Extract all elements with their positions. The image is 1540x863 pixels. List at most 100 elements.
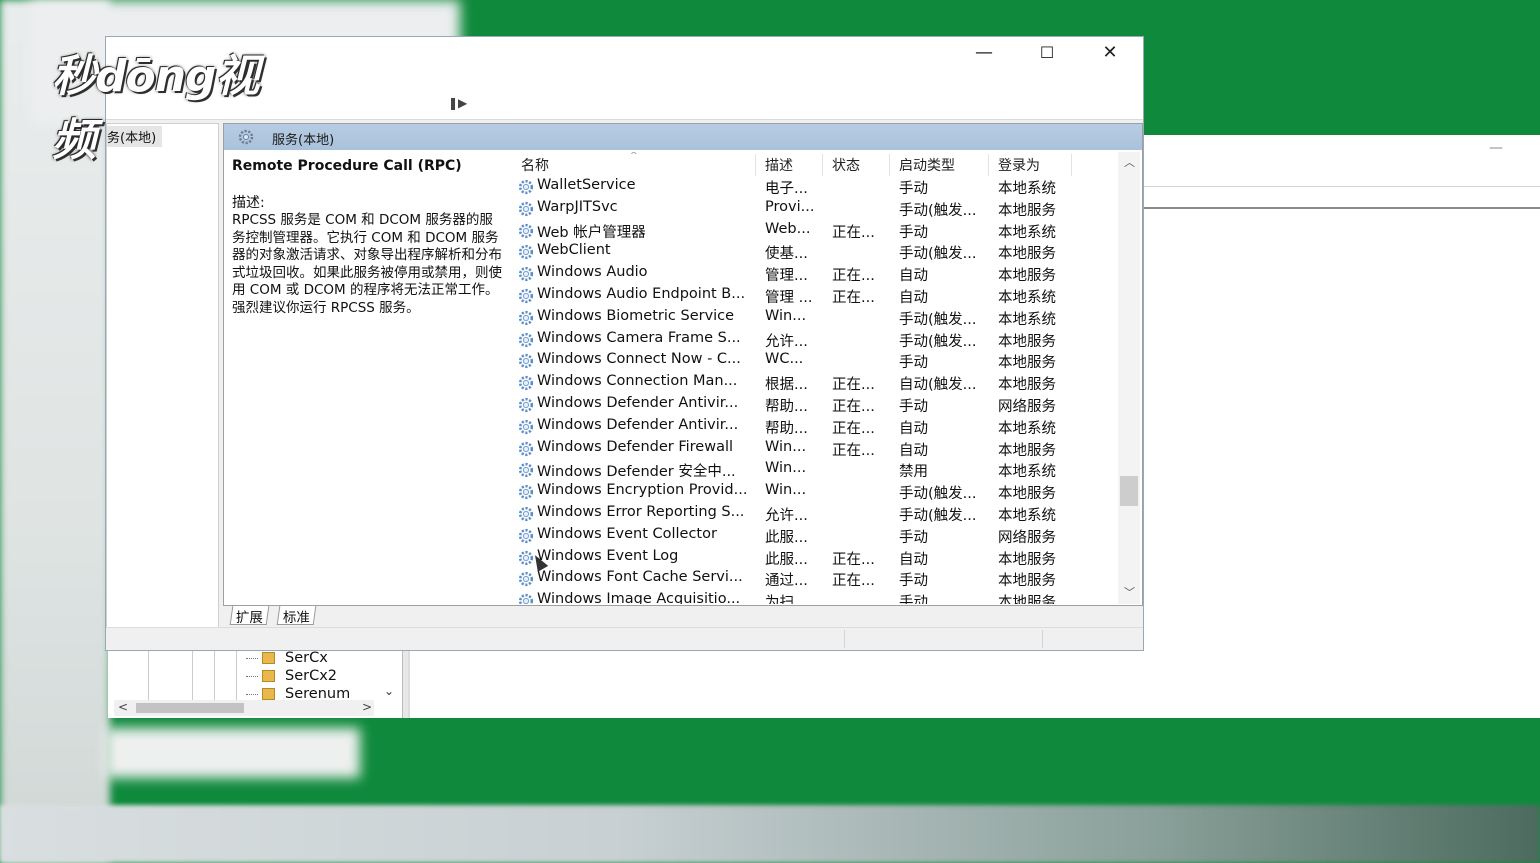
gear-icon: [519, 485, 534, 500]
device-manager-window: SerCx SerCx2 Serenum ⌄ < >: [108, 648, 1540, 718]
service-startup: 手动: [899, 355, 928, 372]
service-desc: 管理 ...: [765, 290, 813, 306]
service-name: Windows Defender Antivir...: [537, 416, 739, 433]
service-startup: 自动(触发...: [899, 377, 977, 394]
service-startup: 手动: [899, 399, 928, 415]
service-status: 正在...: [832, 442, 875, 459]
service-name: Windows Audio: [537, 264, 648, 281]
service-desc: Win...: [765, 482, 807, 499]
service-row[interactable]: Windows Image Acquisitio... 为扫... 手动 本地服务: [509, 590, 1109, 604]
service-row[interactable]: Windows Camera Frame S... 允许... 手动(触发... 本地…: [509, 329, 1109, 351]
service-desc: 允许...: [765, 333, 808, 350]
scroll-up-icon[interactable]: ︿: [1124, 154, 1135, 170]
service-logon: 本地系统: [998, 464, 1056, 481]
gear-icon: [519, 267, 534, 282]
gear-icon: [519, 419, 534, 434]
column-header-logon-as[interactable]: 登录为: [998, 155, 1040, 175]
resume-service-icon[interactable]: ❚▶: [448, 96, 467, 110]
service-row[interactable]: Windows Encryption Provid... Win... 手动(触发.…: [509, 481, 1109, 503]
gear-icon: [519, 179, 534, 195]
close-button[interactable]: ✕: [1087, 39, 1133, 67]
service-desc: 此服...: [765, 551, 808, 568]
service-logon: 本地服务: [998, 246, 1056, 263]
service-startup: 手动: [899, 595, 928, 604]
navigation-pane: 务(本地): [106, 123, 219, 628]
gear-icon: [519, 594, 534, 604]
nav-item-services-local[interactable]: 务(本地): [107, 126, 163, 147]
service-row[interactable]: Windows Audio Endpoint B... 管理 ... 正在... 自动…: [509, 285, 1109, 307]
services-content-pane: 服务(本地) Remote Procedure Call (RPC) 描述: R…: [223, 123, 1143, 606]
service-row[interactable]: Windows Audio 管理... 正在... 自动 本地服务: [509, 263, 1109, 285]
service-name: Windows Camera Frame S...: [537, 329, 741, 346]
horizontal-scrollbar[interactable]: < >: [114, 700, 374, 716]
service-row[interactable]: Windows Defender 安全中... Win... 禁用 本地系统: [509, 459, 1109, 481]
gear-icon: [519, 245, 534, 260]
service-row[interactable]: Web 帐户管理器 Web... 正在... 手动 本地系统: [509, 220, 1109, 242]
services-list: 名称 ^ 描述 状态 启动类型 登录为 WalletService 电子... 手动…: [509, 152, 1141, 604]
gear-icon: [519, 201, 534, 216]
scroll-right-icon[interactable]: >: [362, 700, 372, 714]
service-logon: 本地服务: [998, 268, 1056, 285]
service-name: Windows Defender Firewall: [537, 438, 734, 455]
service-row[interactable]: Windows Defender Antivir... 帮助... 正在... 手动 网…: [509, 394, 1109, 416]
gear-icon: [519, 528, 534, 543]
service-row[interactable]: WarpJITSvc Provi... 手动(触发... 本地服务: [509, 198, 1109, 220]
service-desc: 允许...: [765, 508, 808, 524]
service-startup: 自动: [899, 268, 928, 285]
service-name: WarpJITSvc: [537, 198, 618, 215]
service-row[interactable]: Windows Font Cache Servi... 通过... 正在... 手动 本…: [509, 568, 1109, 590]
gear-icon: [519, 310, 534, 325]
tab-standard[interactable]: 标准: [276, 606, 317, 626]
service-description-panel: Remote Procedure Call (RPC) 描述: RPCSS 服务…: [232, 158, 504, 318]
service-row[interactable]: Windows Event Collector 此服... 手动 网络服务: [509, 525, 1109, 547]
maximize-button[interactable]: ☐: [1024, 39, 1070, 67]
content-header: 服务(本地): [224, 124, 1142, 150]
scroll-down-icon[interactable]: ﹀: [1124, 584, 1135, 600]
gear-icon: [519, 376, 534, 391]
service-name: Windows Connect Now - C...: [537, 351, 741, 368]
service-desc: 为扫...: [765, 595, 808, 604]
gear-icon: [519, 441, 534, 456]
service-status: 正在...: [832, 377, 875, 394]
vertical-scroll-thumb[interactable]: [1120, 476, 1138, 506]
service-row[interactable]: WalletService 电子... 手动 本地系统: [509, 176, 1109, 198]
minimize-button[interactable]: —: [961, 39, 1007, 67]
service-row[interactable]: Windows Error Reporting S... 允许... 手动(触发..…: [509, 503, 1109, 525]
service-logon: 本地系统: [998, 181, 1056, 197]
tree-scroll-down-icon[interactable]: ⌄: [384, 684, 394, 698]
service-logon: 本地服务: [998, 333, 1056, 350]
vertical-scrollbar[interactable]: ︿ ﹀: [1118, 152, 1140, 604]
column-header-startup-type[interactable]: 启动类型: [899, 155, 955, 175]
service-desc: Win...: [765, 460, 807, 477]
background-divider-thick: [1143, 207, 1540, 209]
service-row[interactable]: Windows Biometric Service Win... 手动(触发... 本…: [509, 307, 1109, 329]
service-startup: 手动(触发...: [899, 486, 977, 503]
tab-extended[interactable]: 扩展: [229, 606, 270, 626]
service-status: 正在...: [832, 399, 875, 415]
service-name: Windows Biometric Service: [537, 307, 735, 324]
service-row[interactable]: Windows Defender Firewall Win... 正在... 自动 本地…: [509, 438, 1109, 460]
scroll-thumb[interactable]: [136, 703, 244, 713]
service-startup: 禁用: [899, 464, 928, 481]
service-row[interactable]: Windows Connection Man... 根据... 正在... 自动(触发…: [509, 372, 1109, 394]
column-header-description[interactable]: 描述: [765, 155, 793, 175]
gear-icon: [519, 223, 534, 238]
service-name: Windows Connection Man...: [537, 373, 738, 390]
service-status: 正在...: [832, 551, 875, 568]
service-logon: 本地系统: [998, 290, 1056, 306]
service-startup: 手动: [899, 224, 928, 241]
service-row[interactable]: Windows Defender Antivir... 帮助... 正在... 自动 本…: [509, 416, 1109, 438]
column-header-name[interactable]: 名称: [521, 155, 549, 175]
service-row[interactable]: WebClient 使基... 手动(触发... 本地服务: [509, 241, 1109, 263]
service-desc: 根据...: [765, 377, 808, 394]
column-header-status[interactable]: 状态: [832, 155, 860, 175]
service-row[interactable]: Windows Event Log 此服... 正在... 自动 本地服务: [509, 547, 1109, 569]
services-gear-icon: [238, 129, 254, 145]
service-row[interactable]: Windows Connect Now - C... WC... 手动 本地服务: [509, 350, 1109, 372]
service-desc: 此服...: [765, 529, 808, 546]
service-logon: 本地服务: [998, 377, 1056, 394]
scroll-left-icon[interactable]: <: [118, 700, 128, 714]
service-name: Windows Encryption Provid...: [537, 482, 748, 499]
gear-icon: [519, 463, 534, 478]
service-name: Windows Image Acquisitio...: [537, 591, 741, 604]
